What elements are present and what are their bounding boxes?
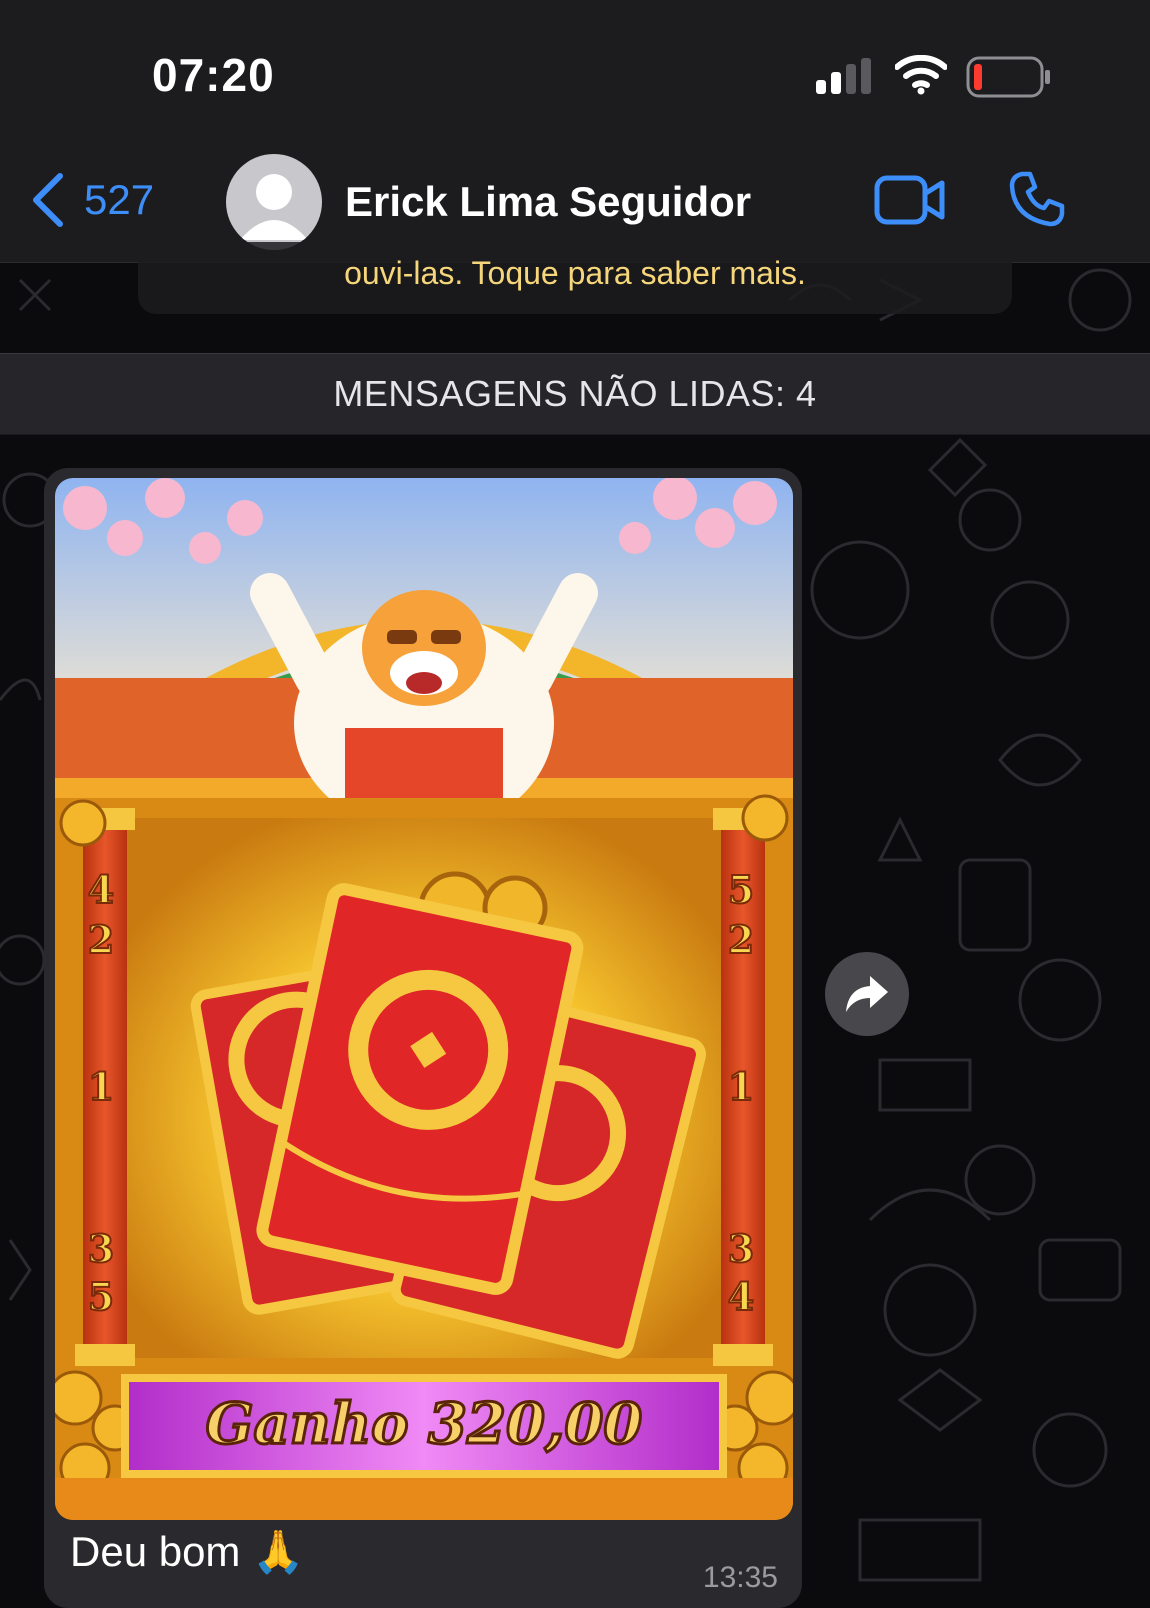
unread-messages-divider: MENSAGENS NÃO LIDAS: 4 xyxy=(0,353,1150,435)
battery-low-icon xyxy=(966,56,1050,98)
left-reel-digit: 5 xyxy=(88,1274,114,1319)
unread-chats-count: 527 xyxy=(84,176,155,223)
right-reel-digit: 4 xyxy=(728,1274,754,1319)
encryption-notice[interactable]: ouvi-las. Toque para saber mais. xyxy=(138,242,1012,314)
contact-name[interactable]: Erick Lima Seguidor xyxy=(345,178,751,226)
left-reel-digit: 1 xyxy=(88,1064,114,1109)
chevron-left-icon xyxy=(33,173,63,227)
avatar[interactable] xyxy=(226,154,322,250)
game-screenshot-image[interactable]: 4 2 1 3 5 5 2 1 3 4 Ganho 320,00 xyxy=(55,478,793,1520)
status-bar: 07:20 xyxy=(0,0,1150,140)
cellular-signal-icon xyxy=(816,58,871,94)
right-reel-digit: 3 xyxy=(728,1226,754,1271)
message-timestamp: 13:35 xyxy=(702,1561,778,1594)
forward-button[interactable] xyxy=(825,952,909,1036)
phone-icon[interactable] xyxy=(1008,170,1066,228)
video-camera-icon[interactable] xyxy=(874,175,946,225)
wifi-icon xyxy=(895,55,947,95)
right-reel-digit: 2 xyxy=(728,917,754,962)
right-reel-digit: 5 xyxy=(728,867,754,912)
win-amount-label: Ganho 320,00 xyxy=(206,1391,643,1457)
back-button[interactable]: 527 xyxy=(30,170,154,230)
left-reel-digit: 3 xyxy=(88,1226,114,1271)
left-reel-digit: 2 xyxy=(88,917,114,962)
right-reel-digit: 1 xyxy=(728,1064,754,1109)
image-message-bubble[interactable]: 4 2 1 3 5 5 2 1 3 4 Ganho 320,00 Deu bom… xyxy=(44,468,802,1608)
person-silhouette-icon xyxy=(240,174,308,240)
forward-arrow-icon xyxy=(846,976,888,1012)
left-reel-digit: 4 xyxy=(88,867,114,912)
message-caption: Deu bom 🙏 xyxy=(70,1528,305,1575)
status-time: 07:20 xyxy=(152,49,275,101)
